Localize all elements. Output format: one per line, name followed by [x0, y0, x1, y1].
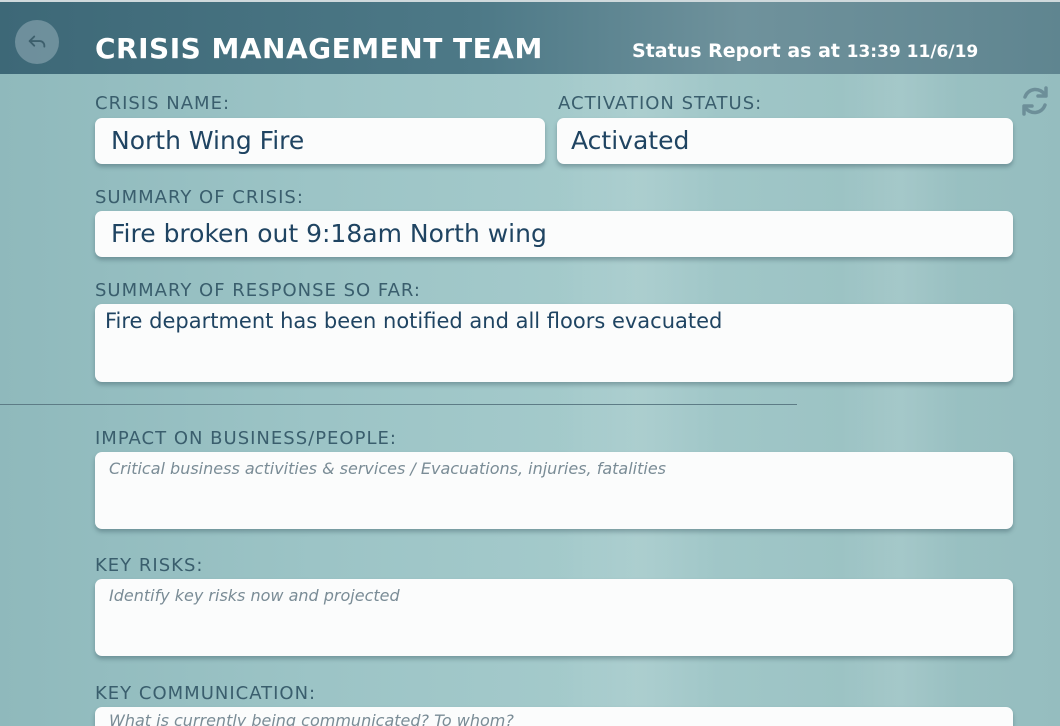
- section-divider: [0, 404, 797, 405]
- activation-status-field[interactable]: Activated: [557, 118, 1013, 164]
- impact-label: IMPACT ON BUSINESS/PEOPLE:: [95, 428, 397, 449]
- activation-status-label: ACTIVATION STATUS:: [558, 93, 763, 114]
- header-bar: CRISIS MANAGEMENT TEAM Status Report as …: [0, 0, 1060, 74]
- key-communication-placeholder: What is currently being communicated? To…: [109, 711, 514, 726]
- summary-of-crisis-label: SUMMARY OF CRISIS:: [95, 187, 304, 208]
- crisis-name-label: CRISIS NAME:: [95, 93, 231, 114]
- status-report: Status Report as at 13:39 11/6/19: [632, 40, 978, 62]
- status-label: Status Report as at: [632, 40, 841, 62]
- key-risks-label: KEY RISKS:: [95, 555, 204, 576]
- back-arrow-icon: [28, 35, 46, 48]
- refresh-icon: [1022, 86, 1048, 116]
- key-risks-placeholder: Identify key risks now and projected: [109, 586, 400, 605]
- crisis-name-field[interactable]: North Wing Fire: [95, 118, 545, 164]
- crisis-name-value: North Wing Fire: [111, 126, 305, 155]
- back-button[interactable]: [15, 20, 59, 64]
- summary-of-response-value: Fire department has been notified and al…: [105, 309, 723, 333]
- key-risks-field[interactable]: Identify key risks now and projected: [95, 579, 1013, 656]
- key-communication-label: KEY COMMUNICATION:: [95, 683, 317, 704]
- summary-of-crisis-value: Fire broken out 9:18am North wing: [111, 219, 547, 248]
- page-title: CRISIS MANAGEMENT TEAM: [95, 32, 543, 65]
- activation-status-value: Activated: [571, 126, 690, 155]
- impact-field[interactable]: Critical business activities & services …: [95, 452, 1013, 529]
- summary-of-crisis-field[interactable]: Fire broken out 9:18am North wing: [95, 211, 1013, 257]
- key-communication-field[interactable]: What is currently being communicated? To…: [95, 707, 1013, 726]
- impact-placeholder: Critical business activities & services …: [109, 459, 666, 478]
- status-timestamp: 13:39 11/6/19: [846, 42, 979, 62]
- refresh-button[interactable]: [1018, 84, 1052, 118]
- summary-of-response-field[interactable]: Fire department has been notified and al…: [95, 304, 1013, 382]
- summary-of-response-label: SUMMARY OF RESPONSE SO FAR:: [95, 280, 421, 301]
